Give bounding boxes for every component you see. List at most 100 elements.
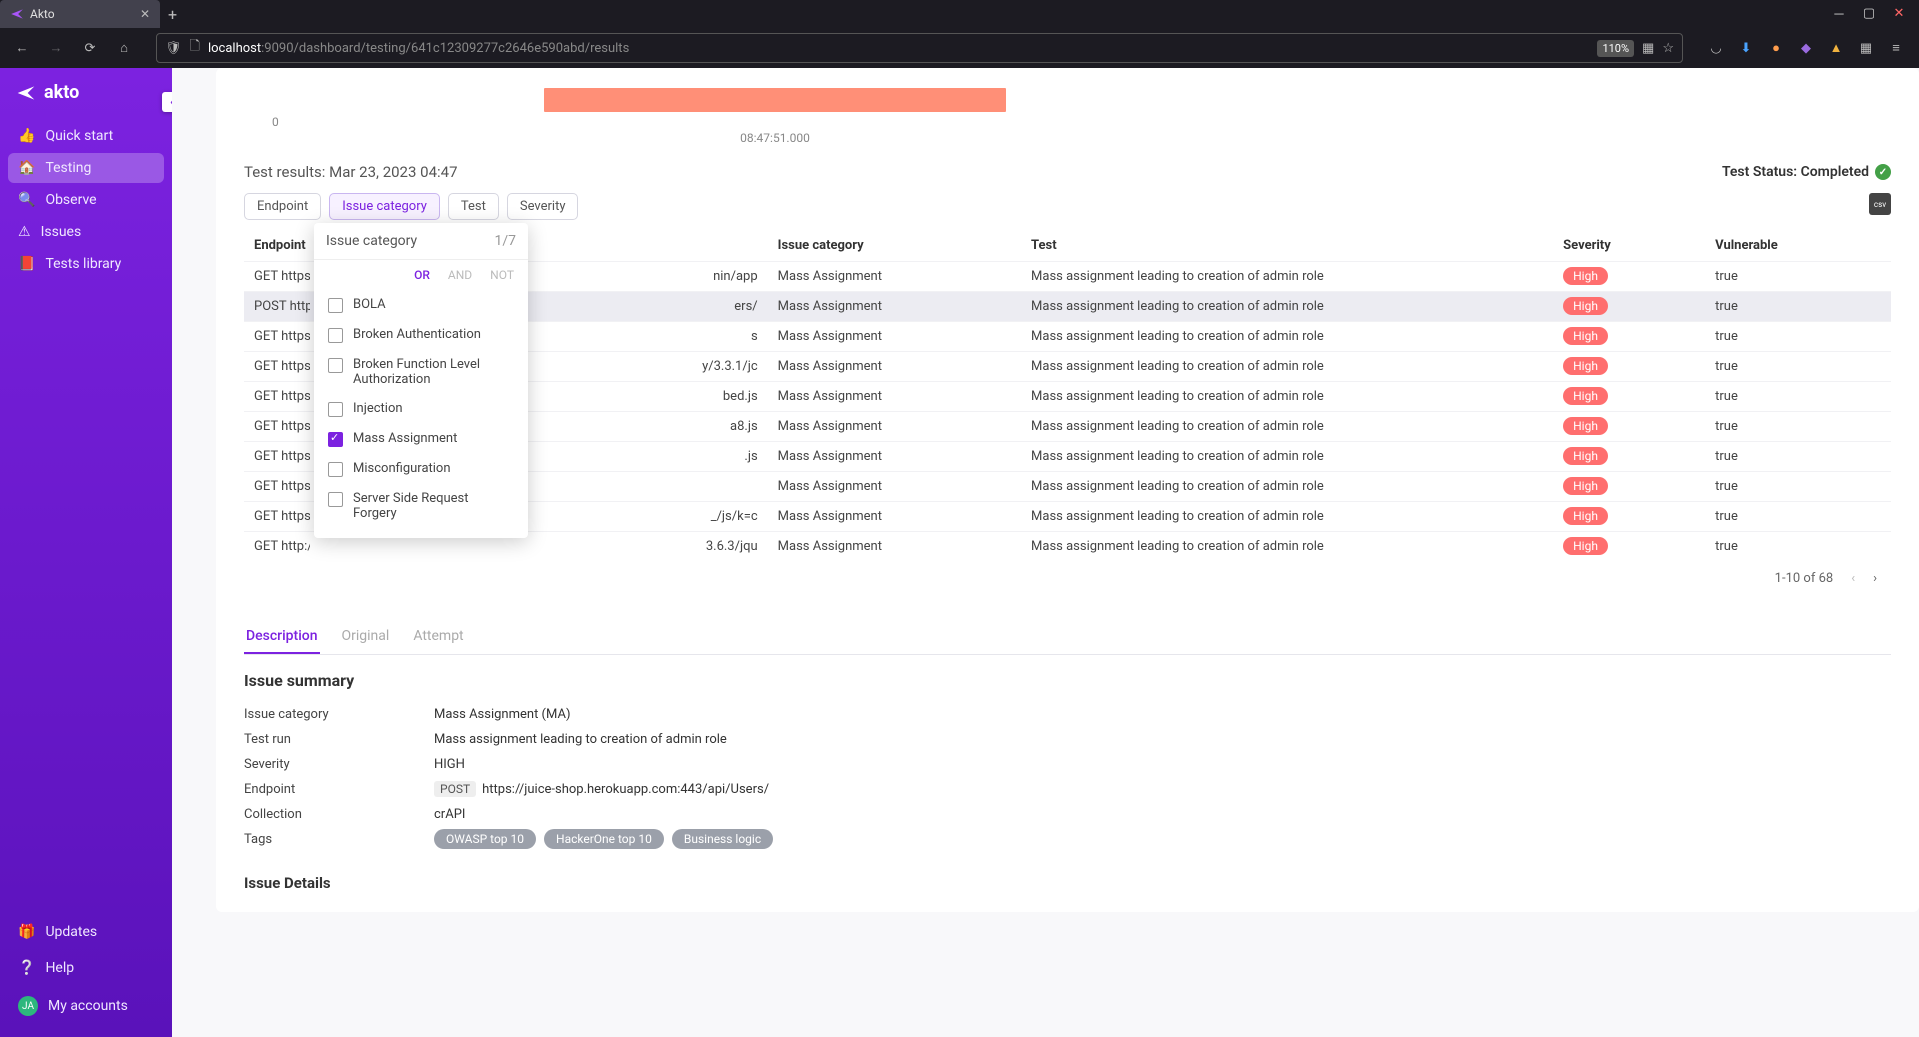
dropdown-option-server-side-request-forgery[interactable]: Server Side Request Forgery <box>314 484 528 528</box>
timeline-chart: 0 08:47:51.000 <box>244 88 1891 145</box>
summary-key: Collection <box>244 807 434 822</box>
tag-pill[interactable]: HackerOne top 10 <box>544 829 664 849</box>
dropdown-option-bola[interactable]: BOLA <box>314 290 528 320</box>
brand-logo[interactable]: akto <box>0 82 172 121</box>
cell-issue: Mass Assignment <box>768 502 1021 532</box>
maximize-icon[interactable]: ▢ <box>1859 6 1879 22</box>
avatar-icon: JA <box>18 996 38 1016</box>
ext-icon-3[interactable]: ▲ <box>1827 39 1845 57</box>
results-panel: 0 08:47:51.000 Test results: Mar 23, 202… <box>216 68 1919 912</box>
checkbox-icon[interactable] <box>328 432 343 447</box>
shield-icon: 🛡 <box>165 41 182 56</box>
nav-label: Observe <box>45 192 96 208</box>
col-vulnerable[interactable]: Vulnerable <box>1705 230 1891 262</box>
summary-row-test-run: Test runMass assignment leading to creat… <box>244 727 1891 752</box>
title-bar: Akto ✕ + ─ ▢ ✕ <box>0 0 1919 28</box>
sidebar-item-my-accounts[interactable]: JAMy accounts <box>8 989 164 1023</box>
menu-icon[interactable]: ≡ <box>1887 39 1905 57</box>
checkbox-icon[interactable] <box>328 462 343 477</box>
test-results-date: Test results: Mar 23, 2023 04:47 <box>244 163 458 181</box>
home-button[interactable]: ⌂ <box>110 34 138 62</box>
nav-label: Tests library <box>45 256 121 272</box>
col-severity[interactable]: Severity <box>1553 230 1705 262</box>
forward-button[interactable]: → <box>42 34 70 62</box>
option-label: BOLA <box>353 297 386 312</box>
sidebar-item-testing[interactable]: 🏠Testing <box>8 153 164 183</box>
new-tab-button[interactable]: + <box>168 5 177 24</box>
page-range: 1-10 of 68 <box>1775 571 1834 586</box>
pocket-icon[interactable]: ◡ <box>1707 39 1725 57</box>
results-header: Test results: Mar 23, 2023 04:47 Test St… <box>244 163 1891 181</box>
nav-list: 👍Quick start🏠Testing🔍Observe⚠Issues 📕 Test… <box>0 121 172 279</box>
browser-tab[interactable]: Akto ✕ <box>0 0 160 28</box>
sidebar-item-observe[interactable]: 🔍Observe <box>8 185 164 215</box>
cell-issue: Mass Assignment <box>768 382 1021 412</box>
reload-button[interactable]: ⟳ <box>76 34 104 62</box>
filter-endpoint[interactable]: Endpoint <box>244 193 321 220</box>
checkbox-icon[interactable] <box>328 328 343 343</box>
dropdown-option-misconfiguration[interactable]: Misconfiguration <box>314 454 528 484</box>
export-csv-button[interactable]: csv <box>1869 193 1891 215</box>
dropdown-option-mass-assignment[interactable]: Mass Assignment <box>314 424 528 454</box>
qr-icon[interactable]: ▦ <box>1642 41 1654 56</box>
cell-severity: High <box>1553 532 1705 562</box>
detail-tab-attempt[interactable]: Attempt <box>411 620 465 654</box>
thumb-icon: 👍 <box>18 128 35 144</box>
downloads-icon[interactable]: ⬇ <box>1737 39 1755 57</box>
sidebar-item-quick-start[interactable]: 👍Quick start <box>8 121 164 151</box>
tab-title: Akto <box>30 7 55 21</box>
sidebar-item-help[interactable]: ❔Help <box>8 953 164 983</box>
prev-page-button[interactable]: ‹ <box>1851 571 1855 586</box>
filter-issue-category[interactable]: Issue category <box>329 193 440 220</box>
sidebar-item-tests-library[interactable]: 📕 Tests library <box>8 249 164 279</box>
url-input[interactable]: 🛡 🗋 localhost:9090/dashboard/testing/641… <box>156 33 1683 63</box>
book-icon: 📕 <box>18 256 35 272</box>
tag-pill[interactable]: OWASP top 10 <box>434 829 536 849</box>
checkbox-icon[interactable] <box>328 298 343 313</box>
paper-plane-icon <box>16 83 36 103</box>
bookmark-star-icon[interactable]: ☆ <box>1662 41 1674 56</box>
summary-kv-rows: Issue categoryMass Assignment (MA)Test r… <box>244 702 1891 852</box>
minimize-icon[interactable]: ─ <box>1829 6 1849 22</box>
cell-severity: High <box>1553 382 1705 412</box>
cell-test: Mass assignment leading to creation of a… <box>1021 412 1553 442</box>
close-window-icon[interactable]: ✕ <box>1889 6 1909 22</box>
url-host: localhost <box>208 41 261 56</box>
detail-tab-original[interactable]: Original <box>340 620 392 654</box>
tag-pill[interactable]: Business logic <box>672 829 773 849</box>
checkbox-icon[interactable] <box>328 402 343 417</box>
filter-severity[interactable]: Severity <box>507 193 579 220</box>
zoom-badge[interactable]: 110% <box>1597 40 1634 57</box>
back-button[interactable]: ← <box>8 34 36 62</box>
dropdown-option-broken-authentication[interactable]: Broken Authentication <box>314 320 528 350</box>
dropdown-option-broken-function-level-authorization[interactable]: Broken Function Level Authorization <box>314 350 528 394</box>
detail-tab-description[interactable]: Description <box>244 620 320 654</box>
filter-test[interactable]: Test <box>448 193 499 220</box>
logic-and[interactable]: AND <box>448 268 472 282</box>
sidebar-item-updates[interactable]: 🎁 Updates <box>8 917 164 947</box>
next-page-button[interactable]: › <box>1873 571 1877 586</box>
ext-icon-2[interactable]: ◆ <box>1797 39 1815 57</box>
gift-icon: 🎁 <box>18 924 35 940</box>
logic-not[interactable]: NOT <box>490 268 514 282</box>
logic-or[interactable]: OR <box>414 268 430 282</box>
checkbox-icon[interactable] <box>328 492 343 507</box>
dropdown-option-injection[interactable]: Injection <box>314 394 528 424</box>
option-label: Broken Function Level Authorization <box>353 357 514 387</box>
severity-pill: High <box>1563 507 1608 525</box>
checkbox-icon[interactable] <box>328 358 343 373</box>
cell-severity: High <box>1553 322 1705 352</box>
summary-row-tags: TagsOWASP top 10HackerOne top 10Business… <box>244 827 1891 852</box>
sidebar: akto ‹ 👍Quick start🏠Testing🔍Observe⚠Issu… <box>0 68 172 1037</box>
cell-vulnerable: true <box>1705 382 1891 412</box>
ext-grid-icon[interactable]: ▦ <box>1857 39 1875 57</box>
ext-icon-1[interactable]: ● <box>1767 39 1785 57</box>
severity-pill: High <box>1563 537 1608 555</box>
sidebar-item-issues[interactable]: ⚠Issues <box>8 217 164 247</box>
cell-vulnerable: true <box>1705 472 1891 502</box>
col-issue[interactable]: Issue category <box>768 230 1021 262</box>
col-test[interactable]: Test <box>1021 230 1553 262</box>
nav-label: Updates <box>45 924 97 940</box>
tab-close-icon[interactable]: ✕ <box>140 7 150 21</box>
method-pill: POST <box>434 781 476 797</box>
